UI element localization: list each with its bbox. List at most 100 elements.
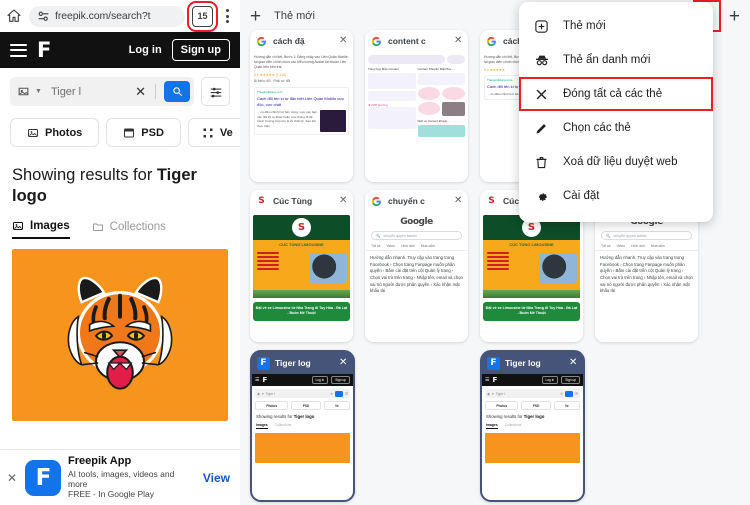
column-right: Content Khuyến Mãi Pha... Dịch vụ Conten…: [417, 67, 465, 137]
menu-item-clear-browsing-data[interactable]: Xoá dữ liệu duyệt web: [519, 145, 713, 179]
bone: [487, 252, 509, 254]
search-button: [564, 390, 573, 397]
tab-card-thumbnail: Hướng dẫn chi tiết, Bước 1: Đăng nhập và…: [250, 52, 353, 182]
tab-collections: Collections: [274, 423, 292, 428]
grass-strip: [483, 290, 580, 298]
photo-icon: [28, 128, 38, 137]
freepik-thumb: ☰ F Log in Sign up ◉ ▾ Tiger l ✕ ☰ Photo…: [252, 374, 353, 500]
close-icon[interactable]: ✕: [454, 36, 463, 46]
close-icon[interactable]: ✕: [569, 358, 578, 368]
banner-view-button[interactable]: View: [203, 471, 234, 485]
tab-card-header: cách đặ ✕: [250, 30, 353, 52]
tiger-mascot-graphic: [67, 276, 173, 390]
grass-strip: [253, 290, 350, 298]
pink-circle: [442, 87, 465, 100]
google-tab: Hình ảnh: [401, 244, 415, 248]
chip-photos[interactable]: Photos: [10, 118, 100, 147]
close-icon[interactable]: ✕: [339, 358, 348, 368]
tab-card-header: chuyển c ✕: [365, 190, 468, 212]
menu-item-close-all-tabs[interactable]: Đóng tất cả các thẻ: [519, 77, 713, 111]
search-button[interactable]: [164, 81, 190, 102]
tab-images[interactable]: Images: [12, 220, 70, 239]
tab-card-selected[interactable]: F Tiger log ✕ ☰ F Log in Sign up ◉ ▾ Tig…: [250, 350, 355, 502]
cuctung-icon: S: [485, 194, 498, 208]
box: [368, 107, 416, 129]
menu-item-label: Đóng tất cả các thẻ: [563, 88, 663, 100]
box: [368, 73, 416, 89]
add-tab-button[interactable]: +: [729, 7, 740, 26]
grey-box: [442, 102, 465, 116]
close-icon[interactable]: ✕: [339, 196, 348, 206]
result-card: Thegioididong.com Cách đổi tên kí tự đặc…: [254, 87, 349, 135]
app-install-banner: ✕ F Freepik App AI tools, images, videos…: [0, 449, 240, 505]
thumb-results-heading: Showing results for Tiger logo: [252, 410, 353, 420]
tab-collections[interactable]: Collections: [92, 220, 166, 239]
brand-letter: S: [488, 195, 495, 206]
omnibox[interactable]: freepik.com/search?t: [29, 5, 185, 27]
menu-item-new-tab[interactable]: Thẻ mới: [519, 9, 713, 43]
google-tab: Tất cả: [371, 244, 381, 248]
thumb-toolbar: [365, 52, 468, 67]
home-icon[interactable]: [6, 8, 22, 24]
thumb-hero-image: [255, 433, 350, 464]
search-box[interactable]: ▼ Tiger l ✕: [10, 77, 194, 106]
bone: [487, 268, 509, 270]
thumb-meta: Bị thiếu: đổi · Phải có: đổi: [254, 79, 291, 84]
result-image: [320, 109, 346, 132]
tab-count-button[interactable]: 15: [187, 0, 218, 32]
pink-circle: [417, 87, 441, 100]
tab-card[interactable]: cách đặ ✕ Hướng dẫn chi tiết, Bước 1: Đă…: [250, 30, 353, 182]
chip: PSD: [291, 401, 321, 410]
tab-card-header: content c ✕: [365, 30, 468, 52]
close-icon: [533, 87, 550, 102]
login-button[interactable]: Log in: [129, 44, 162, 56]
google-icon: [485, 35, 498, 48]
google-paragraph: Hướng dẫn nhanh. Truy cập vào trang tron…: [600, 255, 693, 294]
tiger-logo-image[interactable]: [12, 248, 228, 421]
tab-card[interactable]: content c ✕ Tổng hợp Mẫu Content ★ APP H…: [365, 30, 468, 182]
page-info-icon[interactable]: [37, 10, 50, 23]
signup-button[interactable]: Sign up: [171, 39, 230, 61]
freepik-thumb: ☰ F Log in Sign up ◉ ▾ Tiger l ✕ ☰ Photo…: [482, 374, 583, 500]
bar: [10, 43, 27, 46]
chip-label: PSD: [141, 126, 164, 139]
tab-card-selected[interactable]: F Tiger log ✕ ☰ F Log in Sign up ◉ ▾ Tig…: [480, 350, 585, 502]
menu-item-settings[interactable]: Cài đặt: [519, 179, 713, 213]
psd-icon: [124, 128, 135, 137]
clear-search-icon[interactable]: ✕: [131, 84, 150, 100]
tab-card[interactable]: S Cúc Tùng ✕ S CÚC TÙNG LIMOUSINE: [250, 190, 353, 342]
banner-footer: FREE - In Google Play: [68, 489, 154, 500]
menu-item-select-tabs[interactable]: Chọn các thẻ: [519, 111, 713, 145]
chrome-url-bar: freepik.com/search?t 15: [0, 0, 240, 32]
image-search-icon[interactable]: [17, 85, 30, 98]
tab-card-title: Cúc Tùng: [273, 196, 313, 206]
chip-vectors[interactable]: Ve: [187, 118, 240, 147]
bone: [257, 260, 279, 262]
bone: [257, 264, 279, 266]
tab-collections: Collections: [504, 423, 522, 428]
new-tab-button[interactable]: +: [250, 7, 261, 26]
pink-row: [417, 87, 465, 102]
bone: [257, 256, 279, 258]
result-body: ... có điều chỉnh hơi bên trong. Lưu này…: [257, 109, 346, 132]
freepik-logo[interactable]: F: [37, 39, 51, 61]
menu-item-new-incognito-tab[interactable]: Thẻ ẩn danh mới: [519, 43, 713, 77]
close-icon[interactable]: ✕: [454, 196, 463, 206]
chip-psd[interactable]: PSD: [106, 118, 181, 147]
hamburger-menu-icon[interactable]: [10, 43, 27, 57]
chrome-overflow-menu-icon[interactable]: [220, 9, 234, 23]
vector-icon: [203, 128, 213, 137]
chevron-down-icon[interactable]: ▼: [35, 88, 42, 95]
search-button: [334, 390, 343, 397]
banner-close-icon[interactable]: ✕: [6, 471, 18, 485]
filters-button[interactable]: [201, 77, 230, 106]
tab-card[interactable]: chuyển c ✕ Google 🔍 chuyển quyền admin T…: [365, 190, 468, 342]
chip: PSD: [521, 401, 551, 410]
clear-icon: ✕: [330, 391, 333, 396]
close-icon[interactable]: ✕: [339, 36, 348, 46]
signup-button: Sign up: [561, 376, 580, 384]
search-input[interactable]: Tiger l: [47, 86, 126, 98]
search-pill: 🔍 chuyển quyền admin: [371, 231, 462, 240]
brand-letter: S: [297, 222, 306, 233]
query: Tiger logo: [293, 414, 315, 419]
